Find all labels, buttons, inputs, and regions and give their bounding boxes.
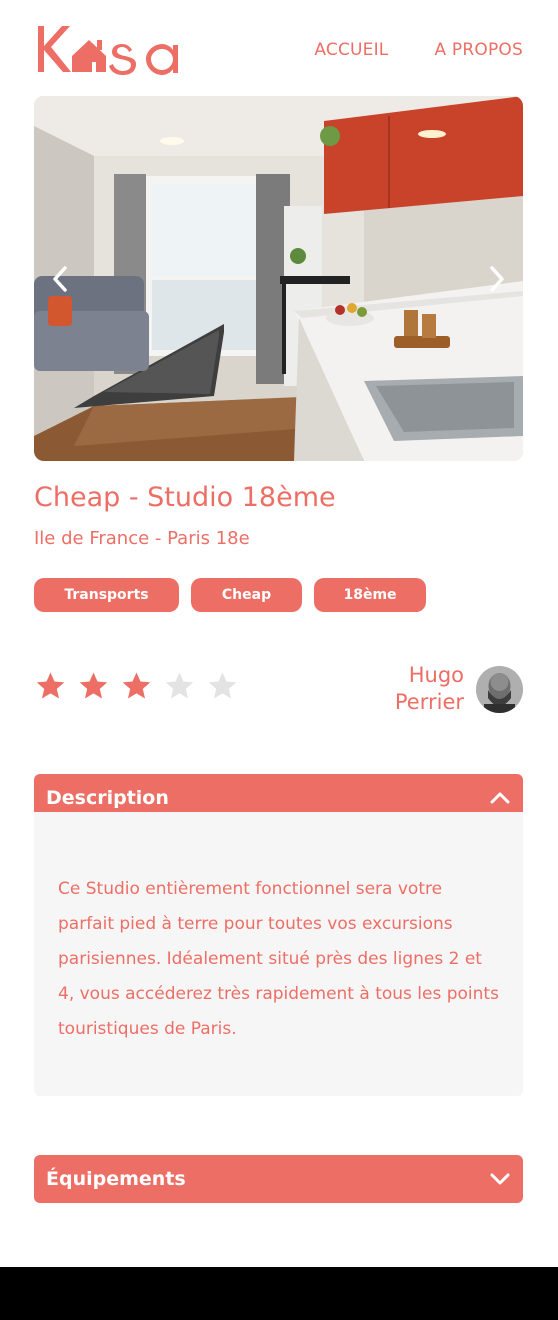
star-filled-icon <box>79 672 108 699</box>
avatar <box>476 665 523 713</box>
tag-item: Cheap <box>191 578 302 612</box>
star-empty-icon <box>208 672 237 699</box>
listing-title: Cheap - Studio 18ème <box>34 482 336 513</box>
nav-link-a-propos[interactable]: A PROPOS <box>434 40 523 60</box>
kasa-logo[interactable] <box>34 22 194 76</box>
tag-item: 18ème <box>314 578 426 612</box>
star-filled-icon <box>122 672 151 699</box>
chevron-right-icon <box>490 266 504 292</box>
listing-photo <box>34 96 523 461</box>
rating-stars <box>34 670 239 703</box>
chevron-left-icon <box>53 266 67 292</box>
chevron-down-icon <box>490 1173 510 1185</box>
site-header: ACCUEIL A PROPOS <box>34 22 523 76</box>
host-name: Hugo Perrier <box>395 662 464 716</box>
listing-location: Ile de France - Paris 18e <box>34 528 250 549</box>
star-empty-icon <box>165 672 194 699</box>
description-text: Ce Studio entièrement fonctionnel sera v… <box>58 879 499 1039</box>
equipments-title: Équipements <box>46 1168 186 1190</box>
chevron-up-icon <box>490 792 510 804</box>
equipments-toggle[interactable]: Équipements <box>34 1155 523 1203</box>
tag-list: Transports Cheap 18ème <box>34 578 426 612</box>
main-nav: ACCUEIL A PROPOS <box>314 40 523 60</box>
carousel-next-button[interactable] <box>477 259 517 299</box>
description-panel: Ce Studio entièrement fonctionnel sera v… <box>34 812 523 1096</box>
nav-link-accueil[interactable]: ACCUEIL <box>314 40 388 60</box>
star-filled-icon <box>36 672 65 699</box>
host-last-name: Perrier <box>394 690 464 714</box>
host-first-name: Hugo <box>408 663 464 687</box>
description-title: Description <box>46 787 169 809</box>
image-carousel <box>34 96 523 461</box>
carousel-prev-button[interactable] <box>40 259 80 299</box>
site-footer <box>0 1267 558 1320</box>
tag-item: Transports <box>34 578 179 612</box>
host-info: Hugo Perrier <box>395 662 523 716</box>
